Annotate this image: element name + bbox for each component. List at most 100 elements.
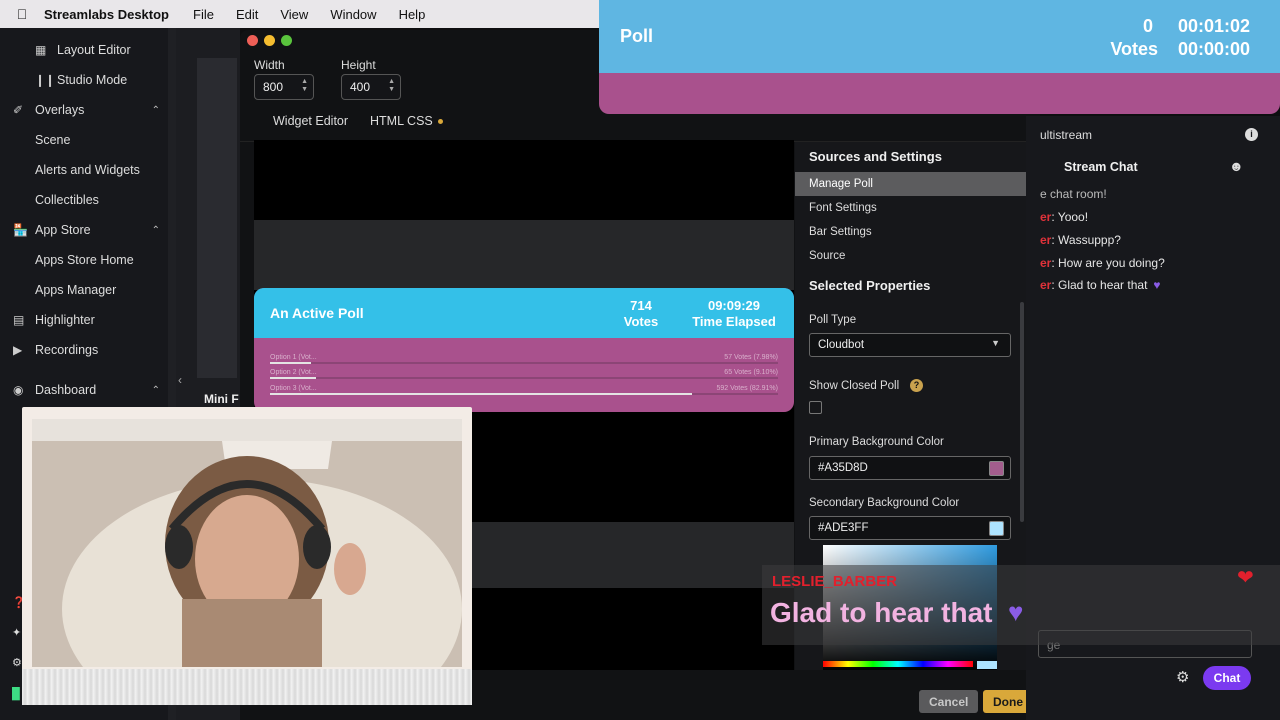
tab-widget-editor[interactable]: Widget Editor — [273, 114, 348, 128]
poll-option-track — [270, 377, 778, 379]
poll-option-row: Option 3 (Vot... 592 Votes (82.91%) — [270, 385, 778, 399]
heart-badge-icon: ❤ — [1237, 567, 1254, 589]
poll-option-bar — [270, 377, 316, 379]
poll-overlay-votes-label: Votes — [1110, 39, 1158, 59]
chat-username[interactable]: er — [1040, 233, 1051, 247]
poll-preview-time-label: Time Elapsed — [692, 314, 776, 329]
heart-emote-icon: ♥ — [1153, 278, 1161, 292]
height-input[interactable]: 400 ▲ ▼ — [341, 74, 401, 100]
settings-scrollbar[interactable] — [1020, 302, 1024, 522]
poll-option-result: 592 Votes (82.91%) — [716, 385, 779, 392]
chat-welcome: e chat room! — [1040, 187, 1107, 201]
nav-highlighter[interactable]: ▤ Highlighter — [0, 305, 176, 335]
poll-overlay-votes-count: 0 — [1142, 16, 1153, 36]
chat-text: : Yooo! — [1051, 210, 1089, 224]
nav-dashboard[interactable]: ◉ Dashboard ⌃ — [0, 375, 176, 405]
nav-recordings-label: Recordings — [35, 343, 99, 357]
cancel-button[interactable]: Cancel — [919, 690, 979, 713]
nav-layout-editor[interactable]: ▦ Layout Editor — [0, 35, 176, 65]
chat-username[interactable]: er — [1040, 278, 1051, 292]
preview-band — [254, 220, 794, 290]
nav-alerts-widgets[interactable]: Alerts and Widgets — [0, 155, 176, 185]
streamlabs-logo-icon: █ — [12, 688, 20, 700]
poll-preview-time: 09:09:29 — [707, 298, 761, 313]
poll-option-row: Option 1 (Vot... 57 Votes (7.98%) — [270, 354, 778, 368]
secondary-color-swatch[interactable] — [989, 521, 1004, 536]
poll-preview-header: An Active Poll 714 Votes 09:09:29 Time E… — [254, 288, 794, 338]
user-settings-icon[interactable]: ☻ — [1229, 158, 1244, 174]
menu-help[interactable]: Help — [399, 7, 426, 22]
unsaved-dot-icon — [438, 119, 443, 124]
chevron-up-icon[interactable]: ⌃ — [152, 225, 160, 236]
poll-preview-votes-count: 714 — [630, 298, 652, 313]
nav-overlays-label: Overlays — [35, 103, 85, 117]
nav-layout-editor-label: Layout Editor — [57, 43, 131, 57]
poll-type-select[interactable]: Cloudbot ▼ — [809, 333, 1011, 357]
nav-dashboard-label: Dashboard — [35, 383, 97, 397]
nav-highlighter-label: Highlighter — [35, 313, 95, 327]
nav-alerts-widgets-label: Alerts and Widgets — [35, 163, 140, 177]
sparkle-icon[interactable]: ✦ — [12, 626, 21, 639]
hue-slider[interactable] — [823, 661, 973, 667]
settings-item-manage-poll[interactable]: Manage Poll — [795, 172, 1026, 196]
nav-apps-manager[interactable]: Apps Manager — [0, 275, 176, 305]
zoom-window-icon[interactable] — [281, 35, 292, 46]
nav-apps-store-home[interactable]: Apps Store Home — [0, 245, 176, 275]
primary-color-swatch[interactable] — [989, 461, 1004, 476]
menu-file[interactable]: File — [193, 7, 214, 22]
question-icon[interactable]: ? — [910, 379, 923, 392]
height-label: Height — [341, 58, 376, 72]
menu-edit[interactable]: Edit — [236, 7, 258, 22]
nav-app-store-label: App Store — [35, 223, 91, 237]
info-icon[interactable]: i — [1245, 128, 1258, 141]
stepper-icon[interactable]: ▲ ▼ — [301, 78, 308, 94]
nav-collectibles[interactable]: Collectibles — [0, 185, 176, 215]
nav-app-store[interactable]: 🏪 App Store ⌃ — [0, 215, 176, 245]
middle-panel — [197, 58, 237, 378]
app-name-menu[interactable]: Streamlabs Desktop — [44, 7, 169, 22]
nav-scene[interactable]: Scene — [0, 125, 176, 155]
settings-item-bar[interactable]: Bar Settings — [795, 220, 1026, 244]
poll-overlay-header: Poll 0 Votes 00:01:02 00:00:00 — [599, 0, 1280, 73]
poll-option-label: Option 3 (Vot... — [270, 385, 317, 392]
primary-bg-value: #A35D8D — [818, 462, 868, 474]
nav-studio-mode[interactable]: ❙❙ Studio Mode — [0, 65, 176, 95]
settings-item-font[interactable]: Font Settings — [795, 196, 1026, 220]
poll-option-bar — [270, 393, 692, 395]
width-label: Width — [254, 58, 285, 72]
height-value: 400 — [350, 80, 371, 94]
secondary-bg-value: #ADE3FF — [818, 522, 869, 534]
poll-preview-title: An Active Poll — [270, 305, 364, 321]
settings-item-source[interactable]: Source — [795, 244, 1026, 268]
menu-window[interactable]: Window — [330, 7, 376, 22]
poll-option-label: Option 2 (Vot... — [270, 369, 317, 376]
stepper-icon[interactable]: ▲ ▼ — [388, 78, 395, 94]
chat-text: : Wassuppp? — [1051, 233, 1121, 247]
chat-username[interactable]: er — [1040, 256, 1051, 270]
chat-username[interactable]: er — [1040, 210, 1051, 224]
settings-icon[interactable]: ⚙ — [12, 656, 22, 669]
chevron-up-icon[interactable]: ⌃ — [152, 385, 160, 396]
nav-studio-mode-label: Studio Mode — [57, 73, 128, 87]
secondary-bg-input[interactable]: #ADE3FF — [809, 516, 1011, 540]
color-preview — [977, 661, 997, 669]
show-closed-poll-checkbox[interactable] — [809, 401, 822, 414]
sources-settings-header: Sources and Settings — [809, 149, 942, 164]
nav-overlays[interactable]: ✐ Overlays ⌃ — [0, 95, 176, 125]
apple-icon[interactable]:  — [0, 6, 44, 22]
minimize-window-icon[interactable] — [264, 35, 275, 46]
tab-html-css[interactable]: HTML CSS — [370, 114, 433, 128]
primary-bg-input[interactable]: #A35D8D — [809, 456, 1011, 480]
width-input[interactable]: 800 ▲ ▼ — [254, 74, 314, 100]
close-window-icon[interactable] — [247, 35, 258, 46]
chevron-up-icon[interactable]: ⌃ — [152, 105, 160, 116]
menu-view[interactable]: View — [280, 7, 308, 22]
alert-message: Glad to hear that — [770, 597, 993, 628]
gear-icon[interactable]: ⚙ — [1176, 668, 1189, 686]
store-icon: 🏪 — [13, 223, 28, 237]
chat-send-button[interactable]: Chat — [1203, 666, 1251, 690]
nav-apps-store-home-label: Apps Store Home — [35, 253, 134, 267]
nav-recordings[interactable]: ▶ Recordings — [0, 335, 176, 365]
chevron-left-icon[interactable]: ‹ — [178, 373, 182, 387]
webcam-frame-border — [22, 669, 472, 705]
